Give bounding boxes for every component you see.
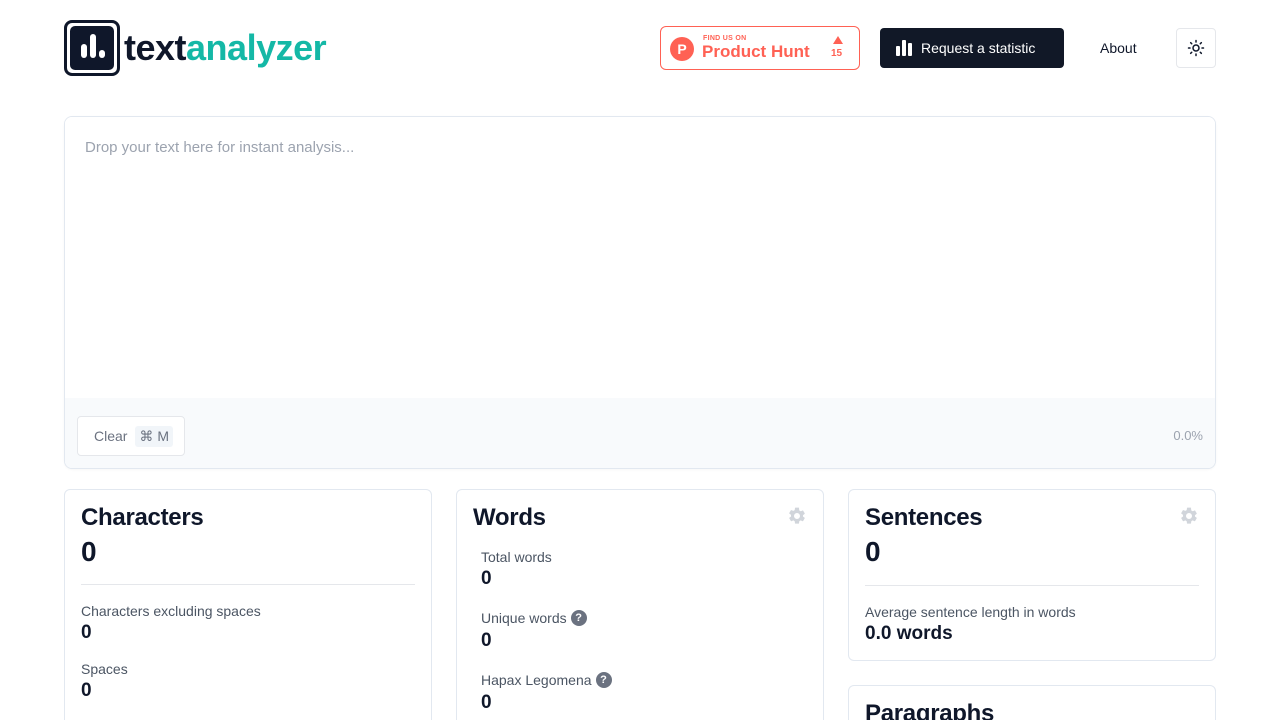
text-input[interactable] — [65, 117, 1215, 398]
characters-count: 0 — [81, 536, 97, 567]
request-statistic-label: Request a statistic — [921, 40, 1036, 56]
keyboard-shortcut: ⌘ M — [135, 425, 174, 447]
divider — [81, 584, 415, 585]
about-link[interactable]: About — [1100, 40, 1137, 56]
sentences-count: 0 — [865, 536, 881, 567]
paragraphs-card: Paragraphs — [848, 685, 1216, 720]
logo-text-dark: text — [124, 27, 187, 68]
header: textanalyzer P FIND US ON Product Hunt 1… — [64, 20, 1216, 76]
help-icon[interactable]: ? — [595, 672, 612, 688]
product-hunt-text: Product Hunt — [702, 42, 810, 61]
unique-words-label-row: Unique words ? — [481, 610, 587, 626]
upvote-arrow-icon — [833, 36, 843, 44]
average-sentence-length-value: 0.0 words — [865, 623, 953, 644]
total-words-value: 0 — [481, 568, 492, 589]
characters-title: Characters — [81, 504, 204, 531]
divider — [865, 585, 1199, 586]
characters-excluding-spaces-value: 0 — [81, 622, 92, 643]
unique-words-value: 0 — [481, 630, 492, 651]
clear-label: Clear — [94, 428, 128, 444]
product-hunt-logo-icon: P — [670, 37, 694, 61]
upvote-count: 15 — [831, 48, 843, 59]
spaces-label: Spaces — [81, 661, 128, 677]
progress-percentage: 0.0% — [1173, 428, 1203, 443]
logo-chart-icon — [64, 20, 120, 76]
hapax-legomena-label: Hapax Legomena — [481, 672, 592, 688]
words-card: Words Total words 0 Unique words ? 0 Hap… — [456, 489, 824, 720]
editor-footer: Clear ⌘ M 0.0% — [65, 398, 1215, 468]
spaces-value: 0 — [81, 680, 92, 701]
paragraphs-title: Paragraphs — [865, 700, 995, 720]
product-hunt-small-text: FIND US ON — [703, 35, 747, 42]
characters-card: Characters 0 Characters excluding spaces… — [64, 489, 432, 720]
hapax-legomena-value: 0 — [481, 692, 492, 713]
text-editor: Clear ⌘ M 0.0% — [64, 116, 1216, 469]
characters-excluding-spaces-label: Characters excluding spaces — [81, 603, 261, 619]
sentences-card: Sentences 0 Average sentence length in w… — [848, 489, 1216, 661]
theme-toggle-button[interactable] — [1176, 28, 1216, 68]
gear-icon[interactable] — [1179, 506, 1199, 526]
help-icon[interactable]: ? — [570, 610, 587, 626]
total-words-label: Total words — [481, 549, 552, 565]
words-title: Words — [473, 504, 546, 531]
request-statistic-button[interactable]: Request a statistic — [880, 28, 1064, 68]
unique-words-label: Unique words — [481, 610, 567, 626]
logo-text-accent: analyzer — [186, 27, 327, 68]
product-hunt-badge[interactable]: P FIND US ON Product Hunt 15 — [660, 26, 860, 70]
logo[interactable]: textanalyzer — [64, 20, 327, 76]
hapax-legomena-label-row: Hapax Legomena ? — [481, 672, 612, 688]
logo-text: textanalyzer — [124, 27, 327, 68]
sun-icon — [1187, 39, 1205, 57]
average-sentence-length-label: Average sentence length in words — [865, 604, 1076, 620]
gear-icon[interactable] — [787, 506, 807, 526]
sentences-title: Sentences — [865, 504, 983, 531]
bar-chart-icon — [896, 40, 912, 56]
clear-button[interactable]: Clear ⌘ M — [77, 416, 185, 456]
